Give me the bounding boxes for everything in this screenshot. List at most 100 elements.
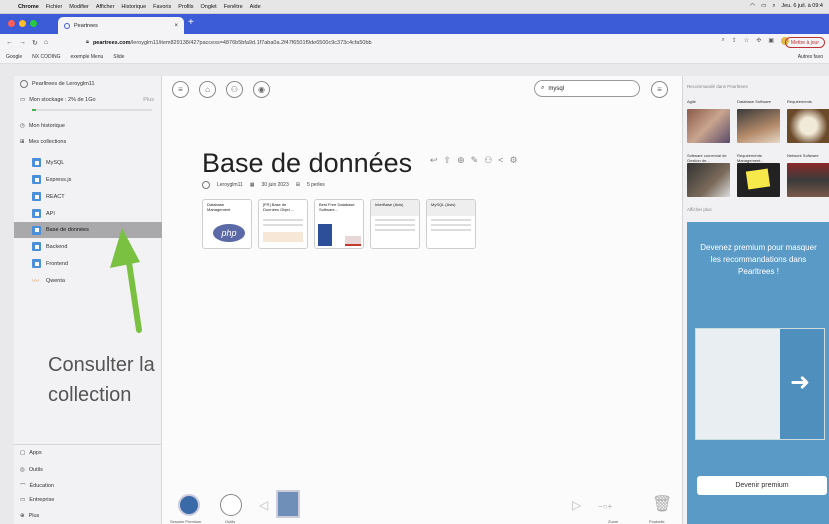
bookmark-google[interactable]: Google [6, 54, 22, 60]
storage-row[interactable]: ▭ Mon stockage : 2% de 1Go Plus [20, 97, 160, 103]
settings-icon[interactable]: ⚙ [510, 155, 518, 166]
back-icon[interactable]: ← [6, 39, 13, 46]
sidebar-bottom-education[interactable]: ⌒ Éducation [20, 482, 168, 490]
bookmark-star-icon[interactable]: ☆ [744, 37, 749, 45]
sidebar-item-label: Frontend [46, 260, 69, 267]
zoom-slider[interactable]: −○+ [598, 502, 612, 511]
become-premium-button[interactable]: Devenir premium [697, 476, 827, 495]
stack-icon[interactable] [276, 490, 300, 518]
update-chrome-button[interactable]: Mettre à jour [784, 37, 825, 48]
menu-fenetre[interactable]: Fenêtre [224, 4, 243, 10]
browser-tab[interactable]: Peartrees × [58, 17, 184, 34]
history-row[interactable]: ◷ Mon historique [20, 123, 168, 129]
search-input[interactable]: ⌕ mysql [534, 80, 640, 97]
pearl-card[interactable]: [FR] Base de Données Objet ... [258, 199, 308, 249]
see-more-link[interactable]: Afficher plus [687, 207, 712, 212]
annotation-line-2: collection [48, 384, 132, 406]
share-icon[interactable]: ⇪ [732, 37, 737, 45]
menu-icon[interactable]: ≡ [172, 81, 189, 98]
forward-icon[interactable]: → [19, 39, 26, 46]
maximize-window-button[interactable] [30, 20, 37, 27]
minimize-window-button[interactable] [19, 20, 26, 27]
recommendation-card[interactable]: Network Software [787, 154, 829, 197]
menu-favoris[interactable]: Favoris [153, 4, 171, 10]
recommendation-card[interactable]: Software comercial de Gestion de... [687, 154, 730, 197]
pearl-card[interactable]: MySQL (Avis) [426, 199, 476, 249]
next-icon[interactable]: ▷ [572, 498, 581, 512]
edit-icon[interactable]: ✎ [471, 155, 479, 166]
pearl-card[interactable]: InterBase (Avis) [370, 199, 420, 249]
options-icon[interactable]: ≡ [651, 81, 668, 98]
pearl-card[interactable]: Database Management php [202, 199, 252, 249]
premium-session-icon[interactable] [178, 494, 200, 516]
close-window-button[interactable] [8, 20, 15, 27]
clock[interactable]: Jeu. 6 juil. à 09:4 [781, 3, 823, 10]
folder-icon [32, 209, 41, 218]
extension-icon[interactable]: ✣ [756, 37, 761, 45]
collection-view: ≡ ⌂ ⚇ ◉ ⌕ mysql ≡ Base de données ↩ ⇧ ⊕ … [162, 76, 682, 524]
card-image [787, 109, 829, 143]
sidebar-item-react[interactable]: REACT [14, 189, 162, 204]
storage-plus[interactable]: Plus [143, 97, 154, 103]
account-row[interactable]: Pearltrees de Leroyglm11 [20, 80, 168, 88]
reply-icon[interactable]: ↩ [430, 155, 438, 166]
arrow-right-icon: ➜ [790, 369, 811, 396]
bottom-toolbar: Session Premium Outils ◁ ▷ −○+ Zoom 🗑︎ P… [162, 490, 682, 524]
sidebar-item-mysql[interactable]: MySQL [14, 155, 162, 170]
sidepanel-icon[interactable]: ▣ [768, 37, 774, 45]
menu-chrome[interactable]: Chrome [18, 4, 39, 10]
trash-label: Poubelle [649, 519, 665, 524]
trash-icon[interactable]: 🗑︎ [652, 494, 672, 514]
author-name[interactable]: Leroyglm11 [217, 182, 243, 188]
address-bar[interactable]: 🔒︎ peartrees.com /leroyglm11/item829138/… [86, 37, 686, 48]
menu-afficher[interactable]: Afficher [96, 4, 115, 10]
upload-icon[interactable]: ⇧ [444, 155, 452, 166]
home-icon[interactable]: ⌂ [199, 81, 216, 98]
folder-icon [32, 175, 41, 184]
collections-header[interactable]: ⊞ Mes collections [20, 139, 168, 145]
sidebar-bottom-plus[interactable]: ⊕ Plus [20, 513, 168, 519]
recommendation-card[interactable]: Requirements [787, 100, 829, 143]
share-icon[interactable]: < [498, 155, 503, 166]
bookmark-nx-coding[interactable]: NX CODING [32, 54, 60, 60]
sidebar-item-expressjs[interactable]: Express.js [14, 172, 162, 187]
search-value: mysql [548, 85, 565, 92]
bookmark-other[interactable]: Autres favo [798, 54, 823, 60]
menu-fichier[interactable]: Fichier [46, 4, 63, 10]
add-icon[interactable]: ⊕ [457, 155, 465, 166]
tab-close-icon[interactable]: × [174, 23, 178, 29]
macos-menubar: Chrome Fichier Modifier Afficher Histori… [0, 0, 829, 14]
collection-actions: ↩ ⇧ ⊕ ✎ ⚇ < ⚙ [430, 155, 518, 166]
new-tab-button[interactable]: + [188, 17, 194, 28]
menu-profils[interactable]: Profils [178, 4, 193, 10]
reload-icon[interactable]: ↻ [32, 39, 38, 47]
bookmark-exemple-menu[interactable]: exemple Menu [70, 54, 103, 60]
recommendation-card[interactable]: Requirements Management... [737, 154, 780, 197]
pearl-card[interactable]: Best Free Database Software... [314, 199, 364, 249]
prev-icon[interactable]: ◁ [259, 498, 268, 512]
search-icon[interactable]: ⌕ [772, 3, 775, 10]
plus-label: Plus [28, 513, 40, 519]
zoom-icon[interactable]: ⌕ [722, 37, 725, 45]
menu-aide[interactable]: Aide [250, 4, 261, 10]
sidebar-bottom-apps[interactable]: ▢ Apps [20, 450, 168, 456]
recommendation-card[interactable]: Database Software [737, 100, 780, 143]
sidebar-item-api[interactable]: API [14, 206, 162, 221]
menu-modifier[interactable]: Modifier [69, 4, 89, 10]
menu-historique[interactable]: Historique [121, 4, 146, 10]
tools-icon[interactable] [220, 494, 242, 516]
sidebar-bottom-outils[interactable]: ◎ Outils [20, 467, 168, 473]
premium-promo: Devenez premium pour masquer les recomma… [687, 222, 829, 524]
team-icon[interactable]: ⚇ [484, 155, 492, 166]
radar-icon[interactable]: ◉ [253, 81, 270, 98]
premium-text: Devenez premium pour masquer les recomma… [700, 243, 817, 276]
tab-favicon-icon [64, 22, 70, 29]
menu-onglet[interactable]: Onglet [200, 4, 216, 10]
sidebar-bottom-entreprise[interactable]: ▭ Entreprise [20, 497, 168, 503]
bookmark-slide[interactable]: Slide [113, 54, 124, 60]
battery-icon[interactable]: ▭ [761, 3, 766, 10]
wifi-icon[interactable]: ◠ [750, 3, 755, 10]
team-icon[interactable]: ⚇ [226, 81, 243, 98]
home-icon[interactable]: ⌂ [44, 39, 48, 46]
recommendation-card[interactable]: Agile [687, 100, 730, 143]
